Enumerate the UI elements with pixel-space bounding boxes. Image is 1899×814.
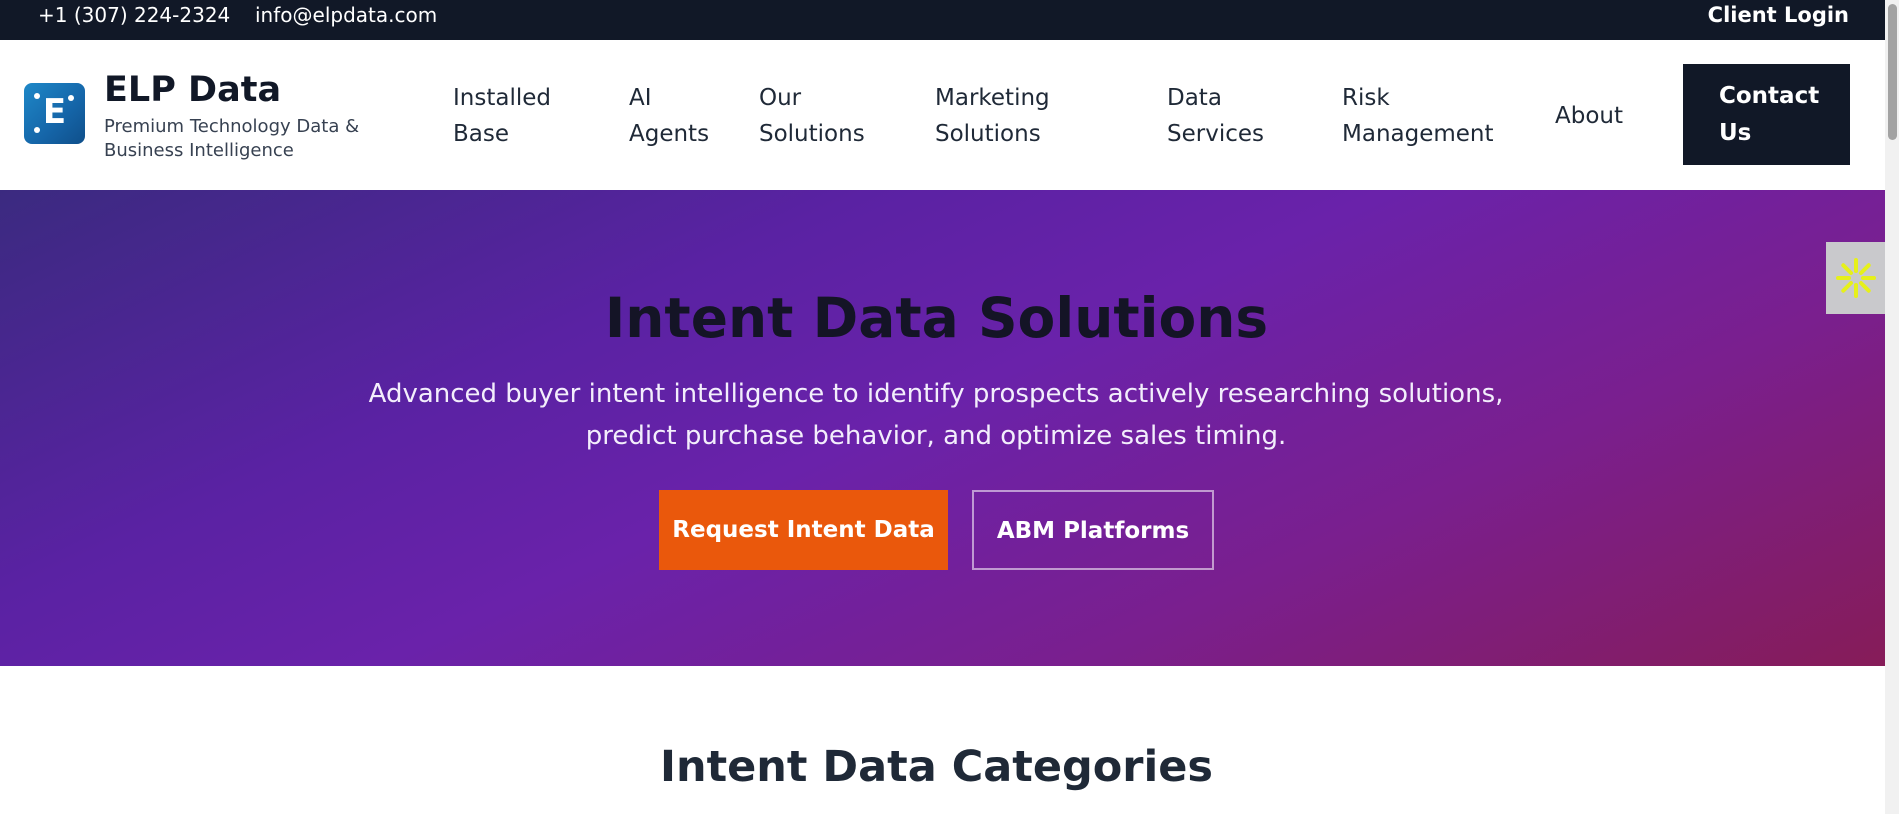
hero-title: Intent Data Solutions xyxy=(604,286,1269,350)
email-link[interactable]: info@elpdata.com xyxy=(255,4,437,26)
nav-risk-management[interactable]: Risk Management xyxy=(1342,80,1502,152)
logo-icon[interactable]: E xyxy=(24,83,85,144)
phone-link[interactable]: +1 (307) 224-2324 xyxy=(38,4,230,26)
abm-platforms-button[interactable]: ABM Platforms xyxy=(972,490,1214,570)
scrollbar-thumb[interactable] xyxy=(1888,4,1897,140)
nav-installed-base[interactable]: Installed Base xyxy=(453,80,573,152)
nav-data-services[interactable]: Data Services xyxy=(1167,80,1277,152)
brand-tagline: Premium Technology Data & Business Intel… xyxy=(104,116,360,161)
request-intent-data-button[interactable]: Request Intent Data xyxy=(659,490,948,570)
contact-us-button[interactable]: Contact Us xyxy=(1683,64,1850,165)
site-header: E ELP Data Premium Technology Data & Bus… xyxy=(0,40,1885,190)
page: +1 (307) 224-2324 info@elpdata.com Clien… xyxy=(0,0,1885,814)
nav-about[interactable]: About xyxy=(1555,98,1623,134)
top-bar: +1 (307) 224-2324 info@elpdata.com Clien… xyxy=(0,0,1885,40)
hero-subtitle: Advanced buyer intent intelligence to id… xyxy=(368,379,1504,451)
nav-ai-agents[interactable]: AI Agents xyxy=(629,80,719,152)
hero-section: Intent Data Solutions Advanced buyer int… xyxy=(0,190,1885,666)
page-scrollbar[interactable] xyxy=(1885,0,1899,814)
accessibility-asterisk-icon xyxy=(1836,258,1876,298)
brand-name[interactable]: ELP Data xyxy=(104,70,281,110)
client-login-link[interactable]: Client Login xyxy=(1708,4,1849,26)
nav-marketing-solutions[interactable]: Marketing Solutions xyxy=(935,80,1085,152)
logo-letter: E xyxy=(42,92,67,132)
accessibility-widget-button[interactable] xyxy=(1826,242,1885,314)
nav-our-solutions[interactable]: Our Solutions xyxy=(759,80,879,152)
intent-data-categories-heading: Intent Data Categories xyxy=(659,742,1214,792)
